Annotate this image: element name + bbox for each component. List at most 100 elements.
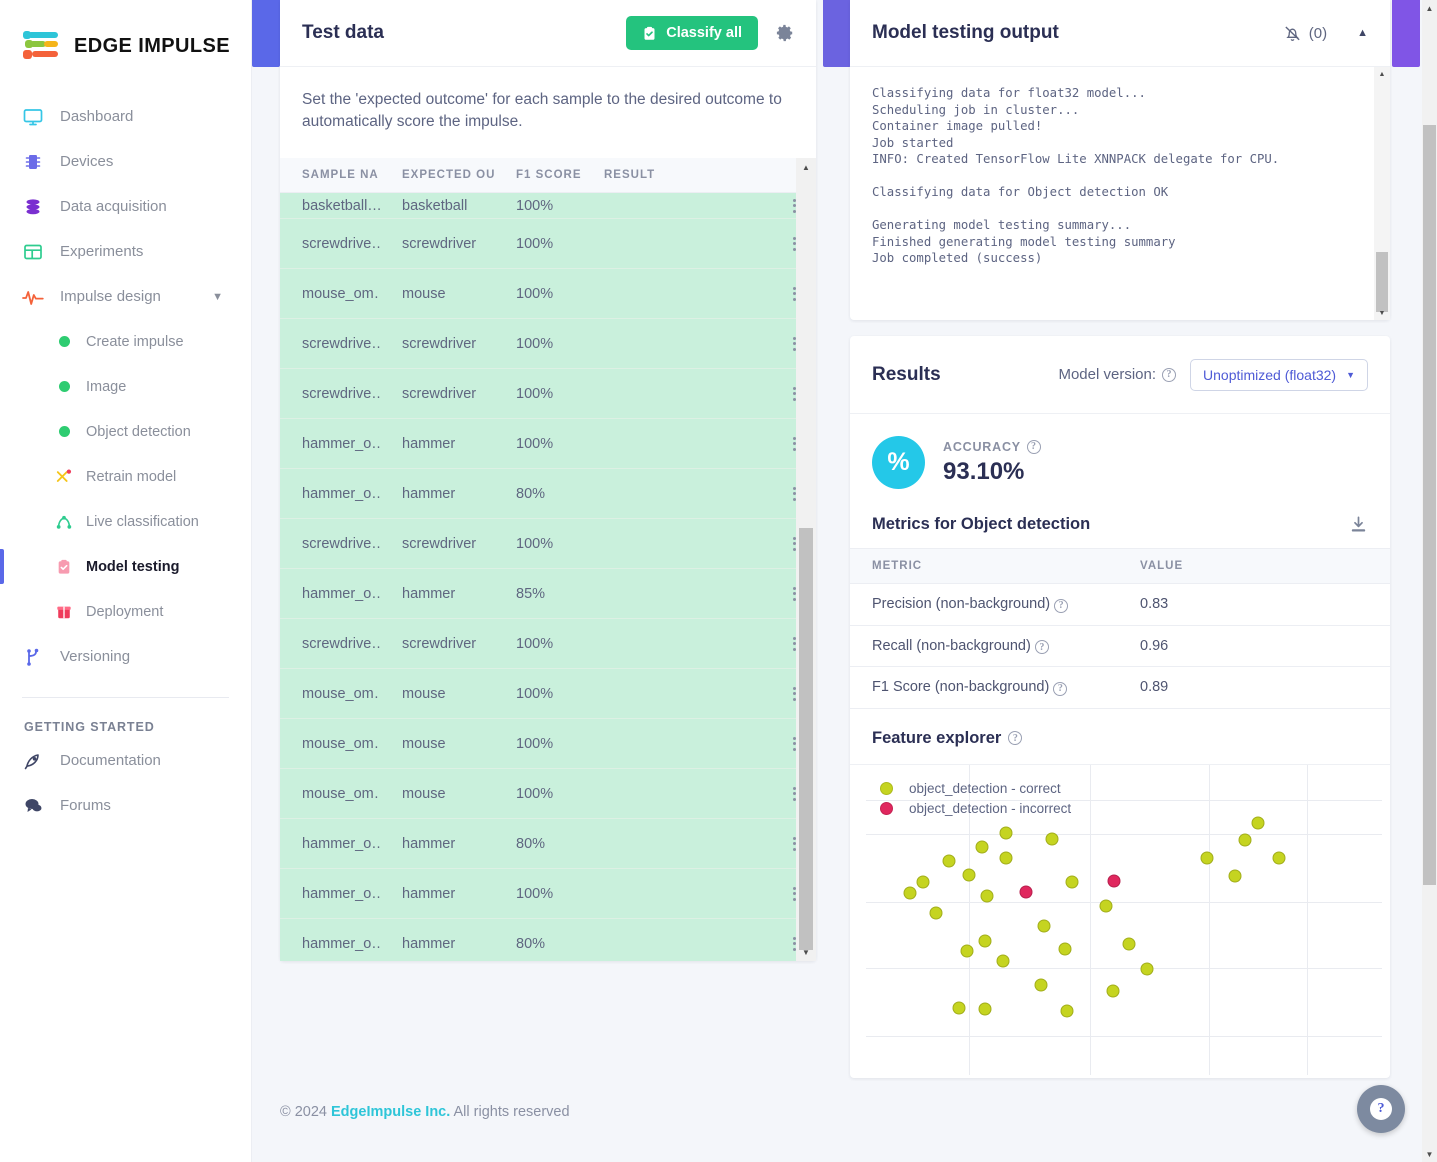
help-button[interactable]: ? (1357, 1085, 1405, 1133)
scatter-point[interactable] (962, 868, 976, 882)
chevron-down-icon[interactable]: ▼ (212, 291, 223, 303)
sidebar-item-object-detection[interactable]: Object detection (0, 409, 251, 454)
scatter-point[interactable] (1122, 937, 1136, 951)
scatter-point[interactable] (999, 851, 1013, 864)
table-row[interactable]: hammer_o… hammer 100% (280, 418, 816, 469)
footer-company[interactable]: EdgeImpulse Inc. (331, 1104, 450, 1120)
sidebar-item-devices[interactable]: Devices (0, 139, 251, 184)
download-icon[interactable] (1349, 515, 1368, 534)
sidebar-item-retrain-model[interactable]: Retrain model (0, 454, 251, 499)
table-scrollbar-thumb[interactable] (799, 528, 813, 950)
scroll-down-arrow-icon[interactable]: ▼ (796, 943, 816, 961)
table-row[interactable]: hammer_o… hammer 80% (280, 918, 816, 961)
help-icon[interactable]: ? (1008, 731, 1023, 745)
scatter-point[interactable] (916, 875, 930, 889)
column-header-result[interactable]: RESULT (582, 158, 770, 193)
scatter-point[interactable] (1107, 874, 1121, 888)
scatter-point[interactable] (1060, 1004, 1074, 1018)
scatter-point[interactable] (952, 1001, 966, 1015)
scatter-point[interactable] (978, 934, 992, 948)
cell-expected-outcome[interactable]: screwdriver (380, 618, 494, 669)
scatter-point[interactable] (1037, 919, 1051, 933)
column-header-expected-outcome[interactable]: EXPECTED OUT… (380, 158, 494, 193)
help-icon[interactable]: ? (1162, 367, 1177, 382)
table-row[interactable]: mouse_om… mouse 100% (280, 718, 816, 769)
scatter-point[interactable] (903, 886, 917, 900)
classify-all-button[interactable]: Classify all (626, 16, 758, 50)
scatter-point[interactable] (1019, 885, 1033, 899)
brand[interactable]: EDGE IMPULSE (0, 0, 251, 72)
table-row[interactable]: hammer_o… hammer 100% (280, 868, 816, 919)
scatter-point[interactable] (929, 906, 943, 920)
sidebar-item-experiments[interactable]: Experiments (0, 229, 251, 274)
browser-scrollbar-thumb[interactable] (1423, 125, 1436, 885)
cell-expected-outcome[interactable]: screwdriver (380, 368, 494, 419)
scroll-up-arrow-icon[interactable]: ▲ (1422, 0, 1437, 16)
cell-expected-outcome[interactable]: mouse (380, 768, 494, 819)
table-row[interactable]: screwdrive… screwdriver 100% (280, 518, 816, 569)
table-row[interactable]: screwdrive… screwdriver 100% (280, 318, 816, 369)
scroll-down-arrow-icon[interactable]: ▼ (1422, 1146, 1437, 1162)
log-scrollbar[interactable]: ▲ ▼ (1374, 67, 1390, 320)
table-row[interactable]: mouse_om… mouse 100% (280, 768, 816, 819)
cell-expected-outcome[interactable]: hammer (380, 418, 494, 469)
sidebar-item-forums[interactable]: Forums (0, 783, 251, 828)
scatter-point[interactable] (1238, 833, 1252, 847)
scatter-point[interactable] (1065, 875, 1079, 889)
notifications-toggle[interactable]: (0) (1283, 24, 1327, 43)
cell-expected-outcome[interactable]: hammer (380, 468, 494, 519)
sidebar-item-deployment[interactable]: Deployment (0, 589, 251, 634)
cell-expected-outcome[interactable]: hammer (380, 818, 494, 869)
table-row[interactable]: screwdrive… screwdriver 100% (280, 618, 816, 669)
column-header-sample-name[interactable]: SAMPLE NA… (280, 158, 380, 193)
cell-expected-outcome[interactable]: mouse (380, 668, 494, 719)
legend-item[interactable]: object_detection - correct (880, 781, 1071, 796)
help-icon[interactable]: ? (1034, 640, 1049, 654)
cell-expected-outcome[interactable]: screwdriver (380, 218, 494, 269)
table-row[interactable]: screwdrive… screwdriver 100% (280, 368, 816, 419)
sidebar-item-image[interactable]: Image (0, 364, 251, 409)
scatter-point[interactable] (1058, 942, 1072, 956)
help-icon[interactable]: ? (1053, 681, 1068, 696)
feature-explorer-plot[interactable]: object_detection - correct object_detecti… (850, 764, 1390, 1075)
scatter-point[interactable] (996, 954, 1010, 968)
gear-icon[interactable] (776, 24, 794, 42)
cell-expected-outcome[interactable]: mouse (380, 268, 494, 319)
table-row[interactable]: mouse_om… mouse 100% (280, 268, 816, 319)
scatter-point[interactable] (1251, 816, 1265, 830)
table-row[interactable]: screwdrive… screwdriver 100% (280, 218, 816, 269)
table-row[interactable]: hammer_o… hammer 85% (280, 568, 816, 619)
sidebar-item-data-acquisition[interactable]: Data acquisition (0, 184, 251, 229)
column-header-f1-score[interactable]: F1 SCORE (494, 158, 582, 193)
scroll-down-arrow-icon[interactable]: ▼ (1374, 306, 1390, 320)
model-version-select[interactable]: Unoptimized (float32) ▼ (1190, 358, 1368, 391)
table-row[interactable]: hammer_o… hammer 80% (280, 818, 816, 869)
sidebar-item-create-impulse[interactable]: Create impulse (0, 319, 251, 364)
cell-expected-outcome[interactable]: screwdriver (380, 318, 494, 369)
scroll-up-arrow-icon[interactable]: ▲ (796, 158, 816, 176)
sidebar-item-dashboard[interactable]: Dashboard (0, 94, 251, 139)
sidebar-item-documentation[interactable]: Documentation (0, 738, 251, 783)
scatter-point[interactable] (1200, 851, 1214, 864)
cell-expected-outcome[interactable]: screwdriver (380, 518, 494, 569)
sidebar-item-versioning[interactable]: Versioning (0, 634, 251, 679)
cell-expected-outcome[interactable]: hammer (380, 918, 494, 961)
caret-up-icon[interactable]: ▲ (1357, 27, 1368, 39)
scatter-point[interactable] (1106, 984, 1120, 998)
table-scrollbar[interactable]: ▲ ▼ (796, 158, 816, 961)
scatter-point[interactable] (1228, 869, 1242, 883)
scatter-point[interactable] (1099, 899, 1113, 913)
sidebar-item-model-testing[interactable]: Model testing (0, 544, 251, 589)
scatter-point[interactable] (978, 1002, 992, 1016)
help-icon[interactable]: ? (1026, 439, 1041, 454)
legend-item[interactable]: object_detection - incorrect (880, 801, 1071, 816)
browser-scrollbar[interactable]: ▲ ▼ (1422, 0, 1437, 1162)
help-icon[interactable]: ? (1054, 598, 1069, 613)
cell-expected-outcome[interactable]: mouse (380, 718, 494, 769)
sidebar-item-impulse-design[interactable]: Impulse design ▼ (0, 274, 251, 319)
scroll-up-arrow-icon[interactable]: ▲ (1374, 67, 1390, 81)
scatter-point[interactable] (1272, 851, 1286, 864)
table-row[interactable]: hammer_o… hammer 80% (280, 468, 816, 519)
scatter-point[interactable] (999, 826, 1013, 840)
cell-expected-outcome[interactable]: basketball (380, 192, 494, 219)
